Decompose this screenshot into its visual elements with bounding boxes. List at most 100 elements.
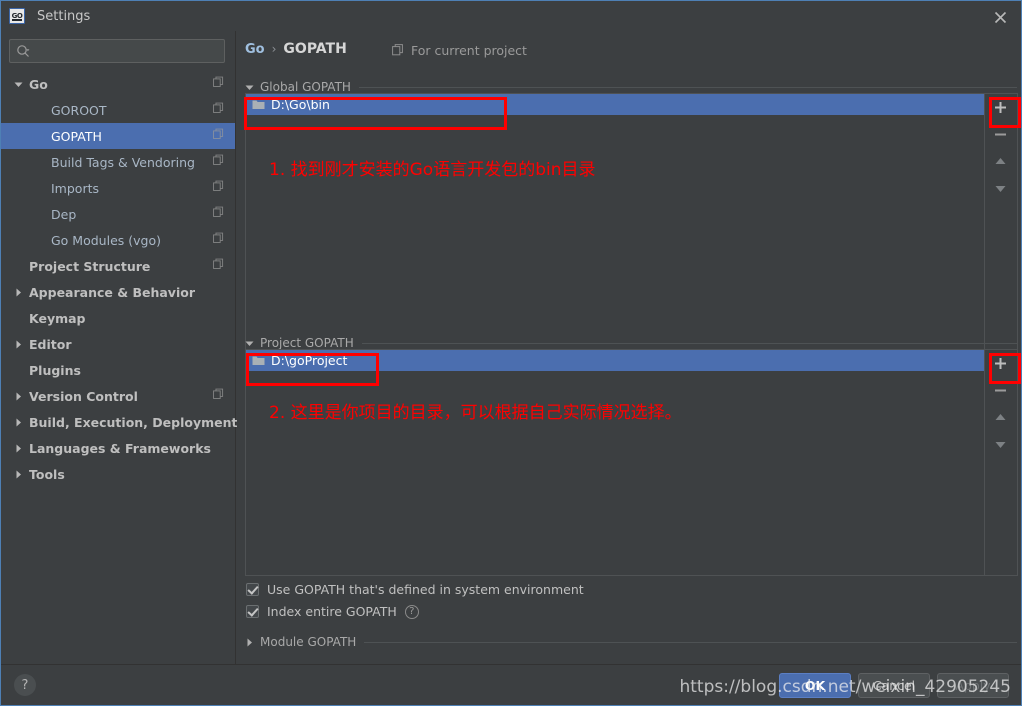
chevron-right-icon[interactable] (7, 470, 29, 479)
search-icon (17, 44, 30, 57)
breadcrumb-separator-icon: › (271, 42, 277, 56)
global-gopath-list[interactable]: D:\Go\bin (245, 93, 985, 354)
index-entire-gopath-checkbox[interactable] (246, 605, 259, 618)
sidebar-item-plugins[interactable]: Plugins (1, 357, 235, 383)
cancel-button[interactable]: Cancel (858, 673, 930, 698)
search-input[interactable] (31, 44, 224, 58)
title-bar: GO Settings (1, 1, 1021, 31)
chevron-right-icon[interactable] (7, 444, 29, 453)
move-down-button[interactable] (985, 431, 1016, 458)
sidebar-item-label: Go Modules (vgo) (51, 232, 161, 248)
module-gopath-label: Module GOPATH (260, 635, 357, 649)
move-down-button[interactable] (985, 175, 1016, 202)
copy-icon[interactable] (213, 388, 225, 404)
section-divider (358, 86, 1017, 88)
copy-icon[interactable] (213, 232, 225, 248)
move-up-button[interactable] (985, 404, 1016, 431)
chevron-right-icon[interactable] (7, 288, 29, 297)
breadcrumb: Go › GOPATH (245, 41, 347, 57)
sidebar-item-label: Imports (51, 180, 99, 196)
project-gopath-label: Project GOPATH (260, 336, 354, 350)
sidebar-item-keymap[interactable]: Keymap (1, 305, 235, 331)
use-system-gopath-checkbox-row[interactable]: Use GOPATH that's defined in system envi… (246, 582, 584, 597)
sidebar-item-label: Project Structure (29, 258, 151, 274)
sidebar-item-go-modules-vgo[interactable]: Go Modules (vgo) (1, 227, 235, 253)
sidebar-item-label: GOPATH (51, 128, 102, 144)
sidebar-item-build-tags-vendoring[interactable]: Build Tags & Vendoring (1, 149, 235, 175)
sidebar-item-gopath[interactable]: GOPATH (1, 123, 235, 149)
sidebar-item-label: Keymap (29, 310, 86, 326)
settings-sidebar: Go GOROOT GOPATH Build Tags & Vendoring Impo… (1, 31, 238, 665)
chevron-down-icon (245, 85, 254, 90)
help-icon[interactable]: ? (404, 604, 419, 619)
chevron-right-icon[interactable] (7, 340, 29, 349)
section-divider (364, 641, 1017, 643)
folder-icon (252, 356, 265, 365)
sidebar-item-label: Tools (29, 466, 65, 482)
copy-icon[interactable] (213, 128, 225, 144)
add-button[interactable] (985, 94, 1016, 121)
add-button[interactable] (985, 350, 1016, 377)
index-entire-gopath-checkbox-row[interactable]: Index entire GOPATH ? (246, 604, 419, 619)
remove-button[interactable] (985, 121, 1016, 148)
remove-button[interactable] (985, 377, 1016, 404)
dialog-buttons: OK Cancel Apply (779, 673, 1009, 698)
project-gopath-toolbar (985, 349, 1018, 576)
index-entire-gopath-label: Index entire GOPATH (267, 604, 397, 619)
list-item[interactable]: D:\Go\bin (246, 94, 984, 115)
sidebar-item-label: Languages & Frameworks (29, 440, 211, 456)
sidebar-item-languages-frameworks[interactable]: Languages & Frameworks (1, 435, 235, 461)
window-title: Settings (37, 8, 91, 24)
breadcrumb-current: GOPATH (283, 41, 347, 57)
sidebar-item-appearance-behavior[interactable]: Appearance & Behavior (1, 279, 235, 305)
sidebar-item-go[interactable]: Go (1, 71, 235, 97)
sidebar-item-label: Appearance & Behavior (29, 284, 195, 300)
sidebar-item-build-execution-deployment[interactable]: Build, Execution, Deployment (1, 409, 238, 435)
dialog-footer: ? OK Cancel Apply https://blog.csdn.net/we… (1, 664, 1021, 705)
go-logo-icon: GO (9, 8, 25, 24)
copy-icon[interactable] (213, 76, 225, 92)
list-item-path: D:\Go\bin (271, 97, 330, 112)
sidebar-item-tools[interactable]: Tools (1, 461, 235, 487)
ok-button[interactable]: OK (779, 673, 851, 698)
global-gopath-toolbar (985, 93, 1018, 354)
copy-icon[interactable] (213, 102, 225, 118)
project-gopath-section-header[interactable]: Project GOPATH (245, 336, 1017, 350)
sidebar-item-project-structure[interactable]: Project Structure (1, 253, 235, 279)
move-up-button[interactable] (985, 148, 1016, 175)
sidebar-item-label: Editor (29, 336, 72, 352)
sidebar-item-editor[interactable]: Editor (1, 331, 235, 357)
help-button[interactable]: ? (14, 674, 36, 696)
list-item-path: D:\goProject (271, 353, 348, 368)
project-gopath-list[interactable]: D:\goProject (245, 349, 985, 576)
sidebar-item-imports[interactable]: Imports (1, 175, 235, 201)
list-item[interactable]: D:\goProject (246, 350, 984, 371)
copy-icon[interactable] (213, 258, 225, 274)
copy-icon[interactable] (213, 206, 225, 222)
sidebar-item-label: Build, Execution, Deployment (29, 414, 238, 430)
for-current-project-label: For current project (411, 43, 527, 58)
gopath-settings-panel: Go › GOPATH For current project Global G… (237, 31, 1021, 665)
breadcrumb-root[interactable]: Go (245, 42, 265, 57)
close-icon[interactable] (985, 6, 1015, 28)
chevron-down-icon[interactable] (7, 80, 29, 89)
use-system-gopath-label: Use GOPATH that's defined in system envi… (267, 582, 584, 597)
chevron-right-icon[interactable] (7, 392, 29, 401)
module-gopath-section-header[interactable]: Module GOPATH (245, 635, 1017, 649)
folder-icon (252, 100, 265, 109)
sidebar-item-goroot[interactable]: GOROOT (1, 97, 235, 123)
copy-icon (392, 44, 403, 56)
annotation-text-2: 2. 这里是你项目的目录，可以根据自己实际情况选择。 (269, 403, 682, 423)
chevron-down-icon (245, 341, 254, 346)
copy-icon[interactable] (213, 180, 225, 196)
settings-dialog: GO Settings Go GOROOT GOPATH Build Tags & V… (0, 0, 1022, 706)
sidebar-item-dep[interactable]: Dep (1, 201, 235, 227)
sidebar-item-version-control[interactable]: Version Control (1, 383, 235, 409)
chevron-right-icon[interactable] (7, 418, 29, 427)
copy-icon[interactable] (213, 154, 225, 170)
global-gopath-section-header[interactable]: Global GOPATH (245, 80, 1017, 94)
sidebar-item-label: Version Control (29, 388, 138, 404)
use-system-gopath-checkbox[interactable] (246, 583, 259, 596)
search-box[interactable] (9, 39, 225, 63)
sidebar-item-label: Plugins (29, 362, 81, 378)
